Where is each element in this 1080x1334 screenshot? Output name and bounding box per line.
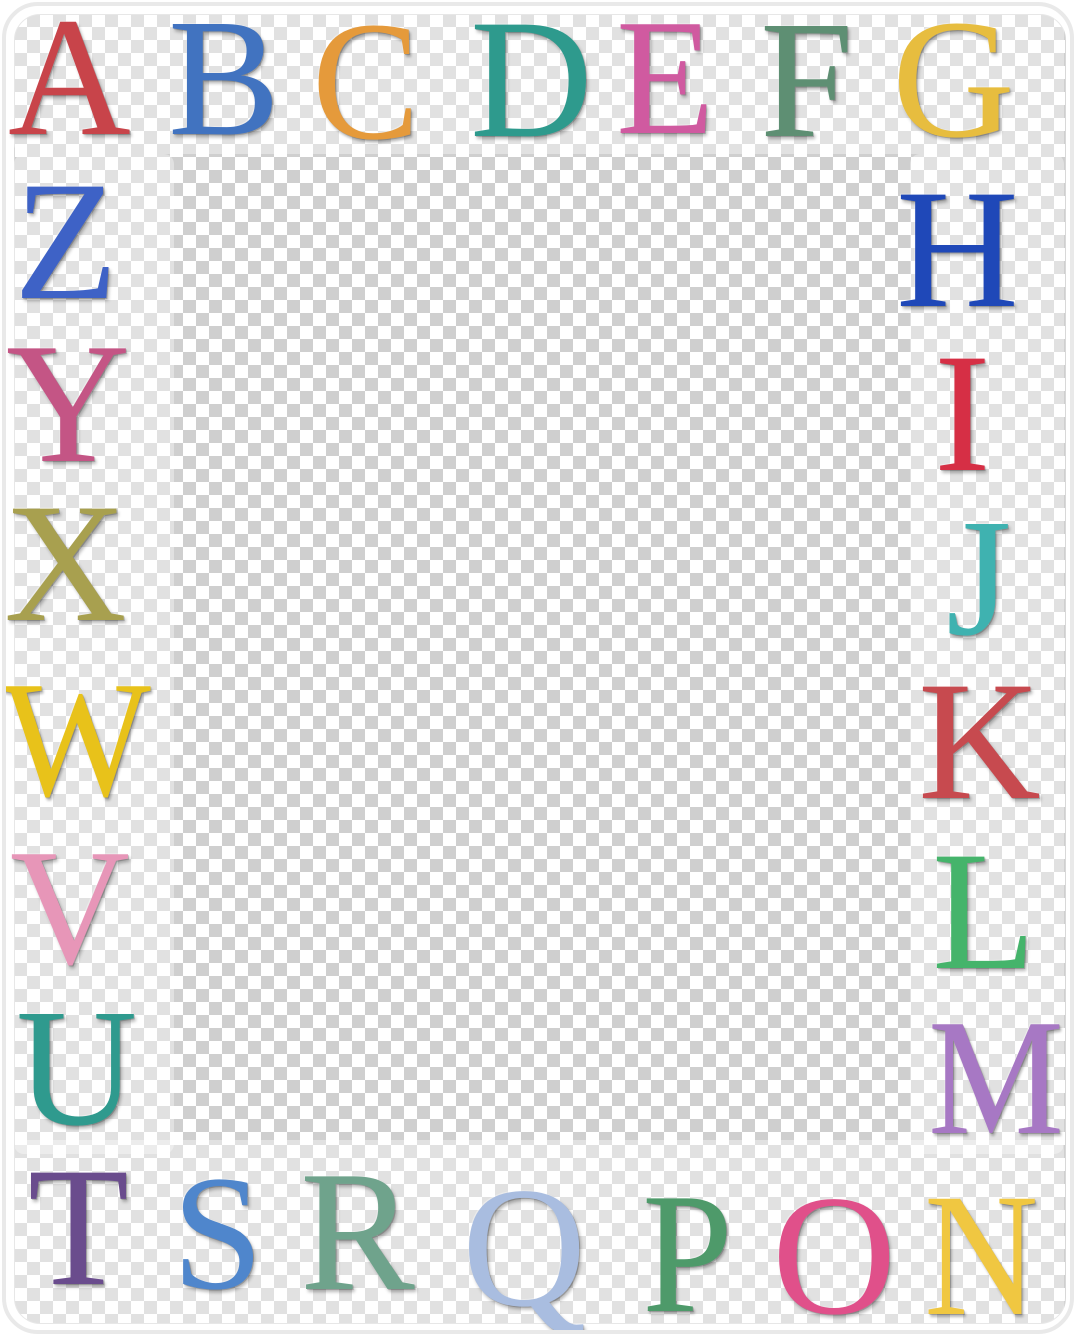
alphabet-frame-image: ABCDEFGHIJKLMNOPQRSTUVWXYZ [0,0,1080,1334]
image-border [2,2,1074,1334]
